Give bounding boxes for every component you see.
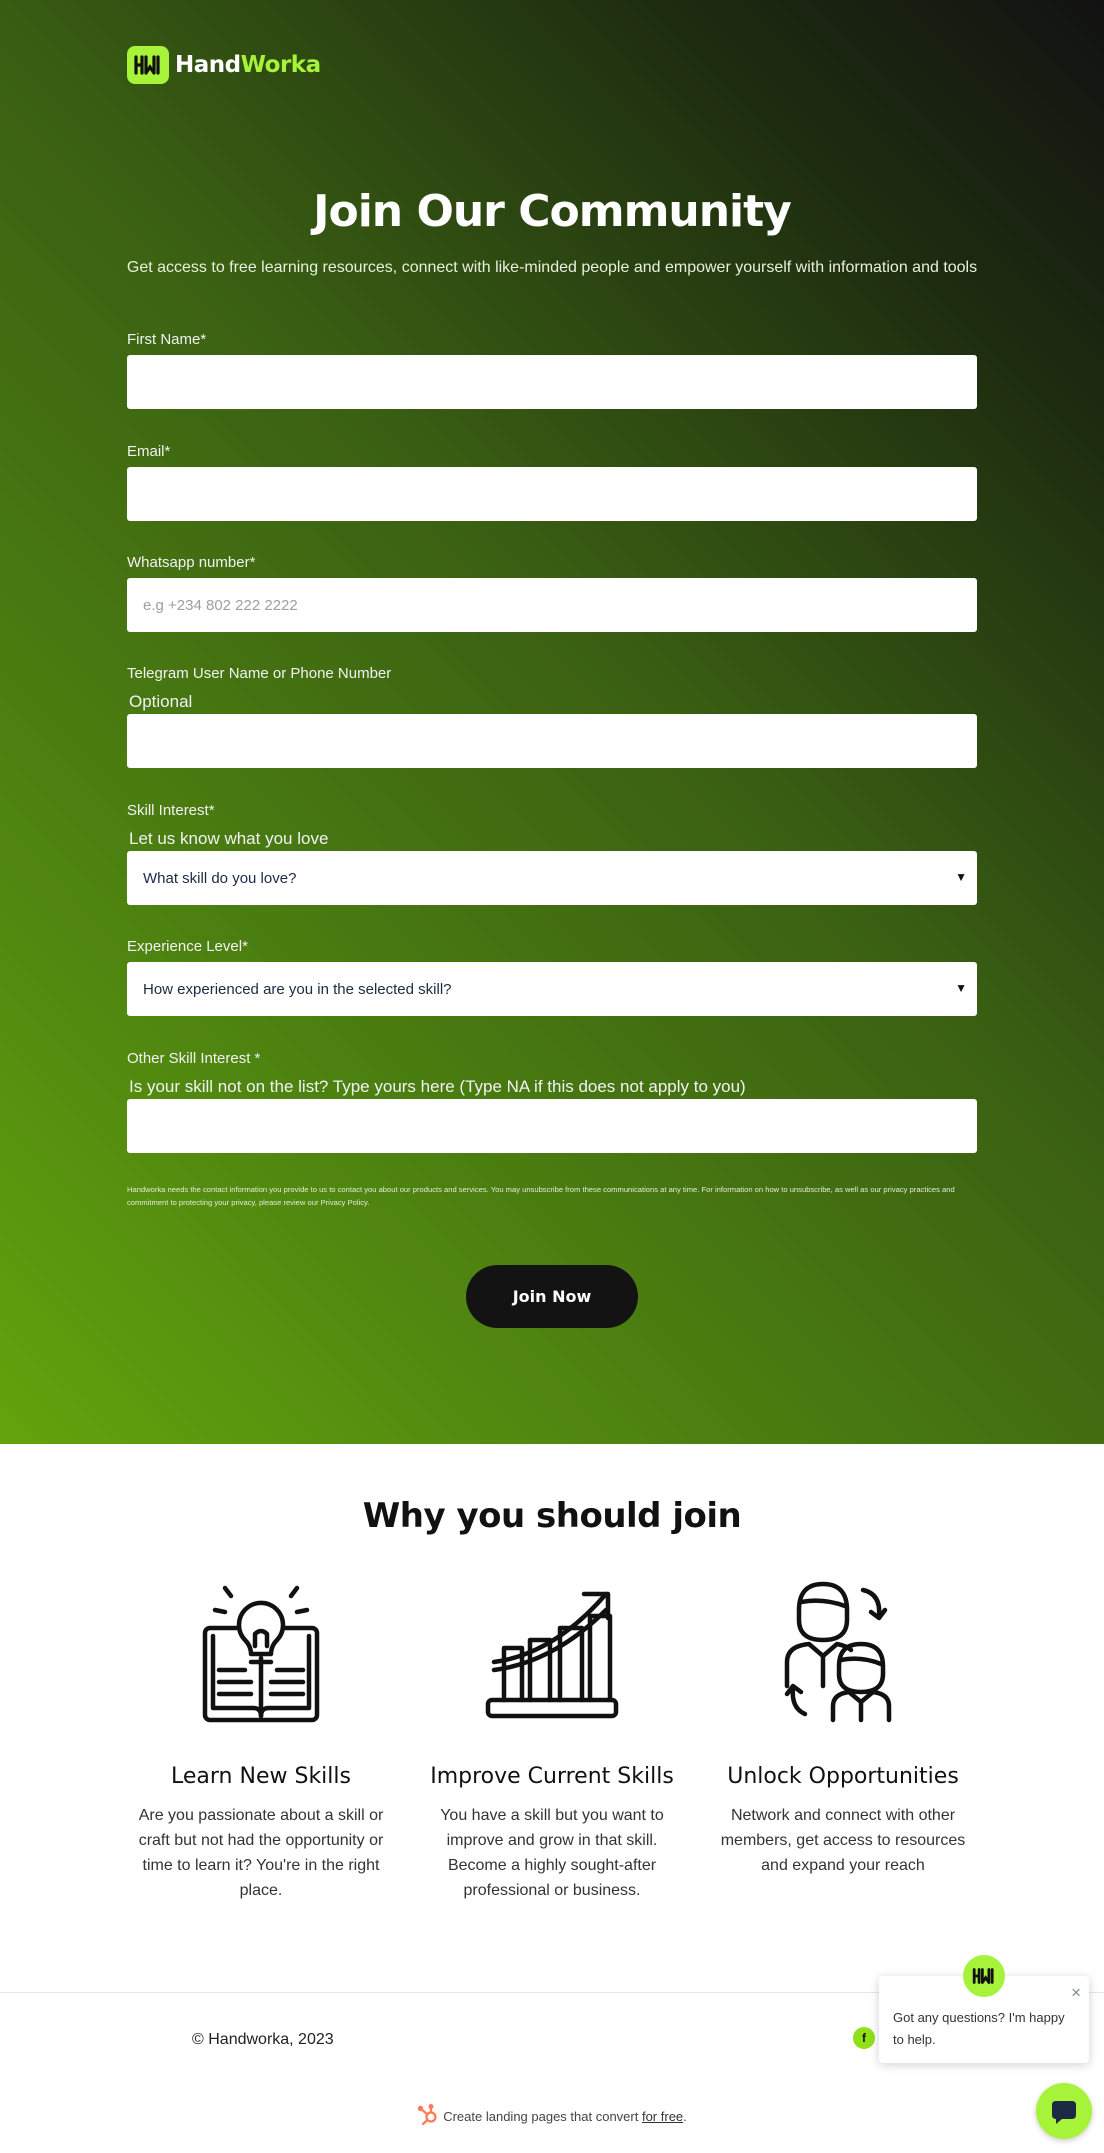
feature-learn-title: Learn New Skills <box>171 1764 351 1789</box>
email-label: Email* <box>127 443 171 460</box>
handworka-logo-icon <box>127 46 169 84</box>
email-input[interactable] <box>127 467 977 521</box>
lightbulb-book-icon <box>202 1585 320 1723</box>
telegram-label: Telegram User Name or Phone Number <box>127 665 392 682</box>
first-name-label: First Name* <box>127 331 207 348</box>
brand-name-part1: Hand <box>175 52 241 78</box>
hubspot-text: Create landing pages that convert <box>443 2109 642 2124</box>
facebook-icon[interactable]: f <box>853 2027 875 2049</box>
growth-chart-icon <box>485 1591 619 1719</box>
hero-section: HandWorka Join Our Community Get access … <box>0 0 1104 1444</box>
network-people-icon <box>784 1581 892 1723</box>
page-subtitle: Get access to free learning resources, c… <box>126 259 978 276</box>
skill-interest-selected: What skill do you love? <box>143 869 297 887</box>
whatsapp-label: Whatsapp number* <box>127 554 256 571</box>
why-section-title: Why you should join <box>362 1496 742 1536</box>
hubspot-attribution: Create landing pages that convert for fr… <box>0 2104 1104 2129</box>
close-icon[interactable]: × <box>1071 1982 1081 2004</box>
telegram-input[interactable] <box>127 714 977 768</box>
skill-interest-select[interactable]: What skill do you love? ▼ <box>127 851 977 905</box>
hubspot-icon <box>417 2104 439 2129</box>
brand-name-part2: Worka <box>240 52 322 78</box>
experience-selected: How experienced are you in the selected … <box>143 980 452 998</box>
dropdown-arrow-icon: ▼ <box>955 870 967 884</box>
privacy-notice: Handworka needs the contact information … <box>127 1185 955 1207</box>
brand-logo[interactable]: HandWorka <box>127 46 321 84</box>
feature-learn-text: Are you passionate about a skill or craf… <box>138 1807 384 1899</box>
feature-unlock: Unlock Opportunities Network and connect… <box>698 1580 988 1878</box>
feature-improve: Improve Current Skills You have a skill … <box>407 1580 697 1903</box>
handworka-logo-icon <box>972 1968 994 1984</box>
other-skill-label: Other Skill Interest * <box>127 1050 261 1067</box>
hubspot-free-link[interactable]: for free <box>642 2109 683 2124</box>
feature-improve-text: You have a skill but you want to improve… <box>440 1807 664 1899</box>
chat-message: Got any questions? I'm happy to help. <box>893 2010 1065 2047</box>
feature-unlock-text: Network and connect with other members, … <box>720 1807 966 1874</box>
chat-avatar <box>963 1955 1005 1997</box>
feature-learn: Learn New Skills Are you passionate abou… <box>116 1580 406 1903</box>
hubspot-end: . <box>683 2109 687 2124</box>
copyright-text: © Handworka, 2023 <box>192 2031 334 2048</box>
experience-label: Experience Level* <box>127 938 248 955</box>
skill-interest-label: Skill Interest* <box>127 802 215 819</box>
chat-launcher-button[interactable] <box>1036 2083 1092 2139</box>
dropdown-arrow-icon: ▼ <box>955 981 967 995</box>
first-name-input[interactable] <box>127 355 977 409</box>
page-title: Join Our Community <box>313 186 792 237</box>
telegram-hint: Optional <box>129 692 193 711</box>
chat-bubble-icon <box>1052 2101 1076 2124</box>
feature-improve-title: Improve Current Skills <box>430 1764 674 1789</box>
brand-name: HandWorka <box>175 52 321 78</box>
experience-select[interactable]: How experienced are you in the selected … <box>127 962 977 1016</box>
other-skill-input[interactable] <box>127 1099 977 1153</box>
join-now-button[interactable]: Join Now <box>466 1265 638 1328</box>
feature-unlock-title: Unlock Opportunities <box>727 1764 959 1789</box>
whatsapp-input[interactable] <box>127 578 977 632</box>
skill-interest-hint: Let us know what you love <box>129 829 329 848</box>
other-skill-hint: Is your skill not on the list? Type your… <box>129 1077 746 1096</box>
